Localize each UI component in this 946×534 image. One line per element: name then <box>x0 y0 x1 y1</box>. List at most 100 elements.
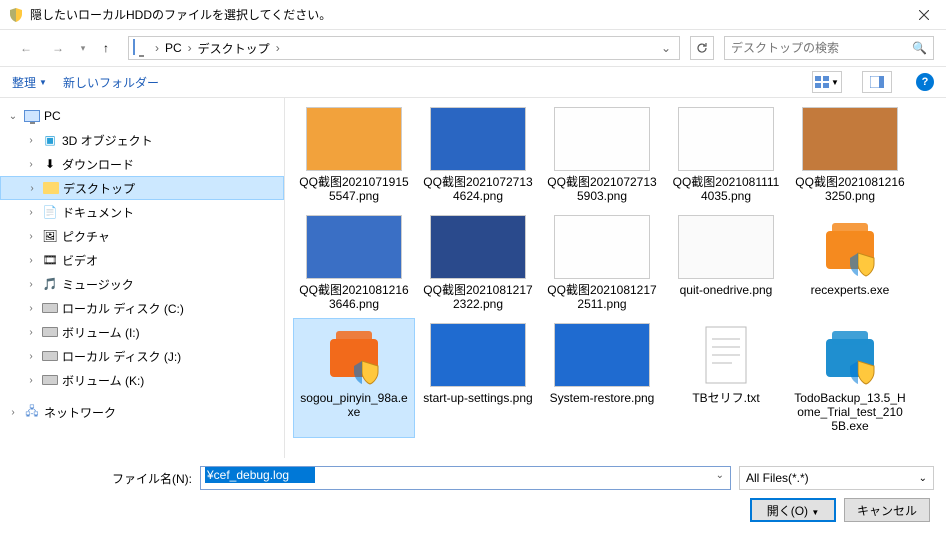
tree-item-icon: ⬇ <box>42 156 58 172</box>
file-name: System-restore.png <box>550 391 655 405</box>
file-name: start-up-settings.png <box>423 391 532 405</box>
file-name: QQ截图20210727134624.png <box>422 175 534 203</box>
breadcrumb-desktop[interactable]: デスクトップ <box>194 40 274 57</box>
open-button[interactable]: 開く(O) ▼ <box>750 498 836 522</box>
tree-item-label: ドキュメント <box>62 204 134 221</box>
tree-item-label: ローカル ディスク (J:) <box>62 348 181 365</box>
file-pane[interactable]: QQ截图20210719155547.png QQ截图2021072713462… <box>285 98 946 458</box>
file-name: QQ截图20210811114035.png <box>670 175 782 203</box>
file-item[interactable]: QQ截图20210719155547.png <box>293 102 415 208</box>
expand-icon[interactable]: › <box>24 207 38 218</box>
tree-item[interactable]: › ローカル ディスク (C:) <box>0 296 284 320</box>
file-item[interactable]: quit-onedrive.png <box>665 210 787 316</box>
search-input[interactable] <box>731 41 912 55</box>
tree-item-label: ボリューム (I:) <box>62 324 140 341</box>
expand-icon[interactable]: › <box>24 351 38 362</box>
tree-item-label: ミュージック <box>62 276 134 293</box>
recent-dropdown[interactable]: ▾ <box>76 34 90 62</box>
tree-item[interactable]: › デスクトップ <box>0 176 284 200</box>
file-name: QQ截图20210812172511.png <box>546 283 658 311</box>
file-item[interactable]: recexperts.exe <box>789 210 911 316</box>
tree-pc[interactable]: ⌄ PC <box>0 104 284 128</box>
file-name: TodoBackup_13.5_Home_Trial_test_2105B.ex… <box>794 391 906 433</box>
file-item[interactable]: QQ截图20210812172511.png <box>541 210 663 316</box>
preview-pane-button[interactable] <box>862 71 892 93</box>
close-icon <box>919 10 929 20</box>
expand-icon[interactable]: › <box>24 159 38 170</box>
filename-field[interactable]: ⌄ <box>200 466 731 490</box>
expand-icon[interactable]: › <box>24 135 38 146</box>
tree-item[interactable]: › 📄 ドキュメント <box>0 200 284 224</box>
close-button[interactable] <box>901 0 946 30</box>
up-button[interactable]: ↑ <box>94 36 118 60</box>
tree-item[interactable]: › ボリューム (I:) <box>0 320 284 344</box>
expand-icon[interactable]: › <box>24 279 38 290</box>
file-item[interactable]: QQ截图20210812163646.png <box>293 210 415 316</box>
tree-network[interactable]: › 🖧 ネットワーク <box>0 400 284 424</box>
help-button[interactable]: ? <box>916 73 934 91</box>
tree-item-label: 3D オブジェクト <box>62 132 153 149</box>
chevron-down-icon[interactable]: ⌄ <box>716 470 724 481</box>
tree-item-label: ピクチャ <box>62 228 110 245</box>
organize-menu[interactable]: 整理 ▼ <box>12 74 47 91</box>
tree-item-icon: 🖼 <box>42 228 58 244</box>
filter-value: All Files(*.*) <box>746 471 809 485</box>
tree-label: ネットワーク <box>44 404 116 421</box>
file-item[interactable]: sogou_pinyin_98a.exe <box>293 318 415 438</box>
search-box[interactable]: 🔍 <box>724 36 934 60</box>
expand-icon[interactable]: › <box>25 183 39 194</box>
tree-item[interactable]: › 🖼 ピクチャ <box>0 224 284 248</box>
tree-item-label: デスクトップ <box>63 180 135 197</box>
file-item[interactable]: QQ截图20210812172322.png <box>417 210 539 316</box>
filter-combo[interactable]: All Files(*.*) ⌄ <box>739 466 934 490</box>
expand-icon[interactable]: › <box>24 231 38 242</box>
file-name: QQ截图20210727135903.png <box>546 175 658 203</box>
navbar: ← → ▾ ↑ › PC › デスクトップ › ⌄ 🔍 <box>0 30 946 66</box>
forward-button[interactable]: → <box>44 34 72 62</box>
nav-tree[interactable]: ⌄ PC › ▣ 3D オブジェクト › ⬇ ダウンロード › デスクトップ ›… <box>0 98 285 458</box>
expand-icon[interactable]: › <box>24 327 38 338</box>
tree-item-icon <box>42 324 58 340</box>
tree-item-label: ローカル ディスク (C:) <box>62 300 184 317</box>
refresh-button[interactable] <box>690 36 714 60</box>
chevron-right-icon: › <box>153 41 161 55</box>
file-item[interactable]: QQ截图20210727135903.png <box>541 102 663 208</box>
file-item[interactable]: QQ截图20210811114035.png <box>665 102 787 208</box>
file-name: QQ截图20210812172322.png <box>422 283 534 311</box>
filename-input[interactable] <box>205 467 315 483</box>
file-item[interactable]: QQ截图20210812163250.png <box>789 102 911 208</box>
expand-icon[interactable]: › <box>24 255 38 266</box>
breadcrumb-pc[interactable]: PC <box>161 41 186 55</box>
tree-item[interactable]: › 🎵 ミュージック <box>0 272 284 296</box>
filename-label: ファイル名(N): <box>12 470 192 487</box>
file-item[interactable]: start-up-settings.png <box>417 318 539 438</box>
file-item[interactable]: QQ截图20210727134624.png <box>417 102 539 208</box>
back-button[interactable]: ← <box>12 34 40 62</box>
tree-item-icon: 📄 <box>42 204 58 220</box>
titlebar: 隠したいローカルHDDのファイルを選択してください。 <box>0 0 946 30</box>
file-name: QQ截图20210719155547.png <box>298 175 410 203</box>
preview-icon <box>870 76 884 88</box>
file-item[interactable]: TodoBackup_13.5_Home_Trial_test_2105B.ex… <box>789 318 911 438</box>
chevron-down-icon: ⌄ <box>919 473 927 484</box>
file-item[interactable]: TBセリフ.txt <box>665 318 787 438</box>
address-bar[interactable]: › PC › デスクトップ › ⌄ <box>128 36 680 60</box>
expand-icon[interactable]: › <box>24 375 38 386</box>
file-name: QQ截图20210812163646.png <box>298 283 410 311</box>
tree-label: PC <box>44 109 61 123</box>
file-item[interactable]: System-restore.png <box>541 318 663 438</box>
expand-icon[interactable]: › <box>6 407 20 418</box>
view-thumbnails-button[interactable]: ▼ <box>812 71 842 93</box>
cancel-button[interactable]: キャンセル <box>844 498 930 522</box>
tree-item[interactable]: › 🎞 ビデオ <box>0 248 284 272</box>
tree-item[interactable]: › ボリューム (K:) <box>0 368 284 392</box>
new-folder-button[interactable]: 新しいフォルダー <box>63 74 159 91</box>
tree-item-label: ボリューム (K:) <box>62 372 144 389</box>
collapse-icon[interactable]: ⌄ <box>6 111 20 122</box>
expand-icon[interactable]: › <box>24 303 38 314</box>
tree-item[interactable]: › ローカル ディスク (J:) <box>0 344 284 368</box>
tree-item-label: ダウンロード <box>62 156 134 173</box>
address-dropdown[interactable]: ⌄ <box>657 41 675 55</box>
tree-item[interactable]: › ⬇ ダウンロード <box>0 152 284 176</box>
tree-item[interactable]: › ▣ 3D オブジェクト <box>0 128 284 152</box>
